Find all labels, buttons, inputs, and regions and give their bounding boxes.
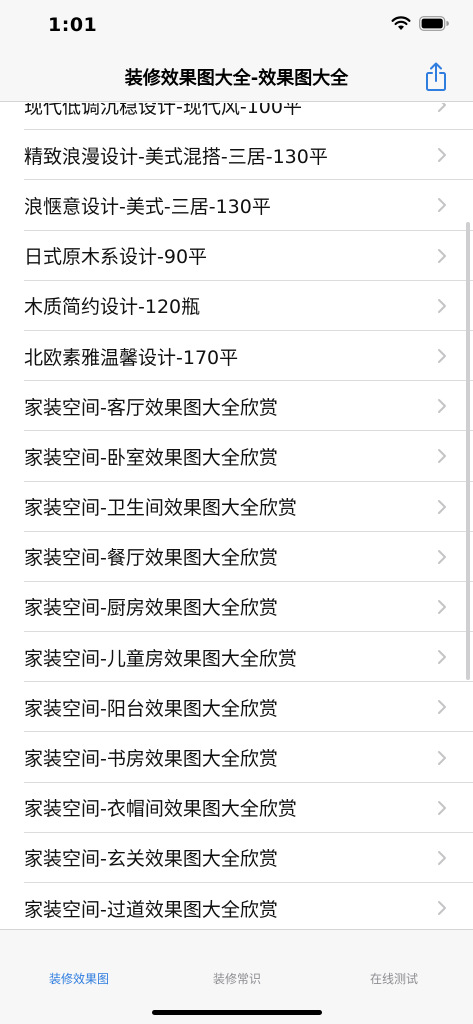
chevron-right-icon — [438, 700, 446, 715]
status-icons — [391, 16, 449, 31]
chevron-right-icon — [438, 248, 446, 263]
list-item-label: 现代低调沉稳设计-现代风-100平 — [24, 103, 302, 118]
list-item[interactable]: 精致浪漫设计-美式混搭-三居-130平 — [0, 130, 473, 181]
list-item-label: 木质简约设计-120瓶 — [24, 296, 201, 319]
chevron-right-icon — [438, 850, 446, 865]
list-item-label: 家装空间-厨房效果图大全欣赏 — [24, 597, 278, 620]
list-item-label: 家装空间-儿童房效果图大全欣赏 — [24, 647, 297, 670]
list-item[interactable]: 家装空间-过道效果图大全欣赏 — [0, 883, 473, 929]
list-item-label: 家装空间-卧室效果图大全欣赏 — [24, 446, 278, 469]
page-title: 装修效果图大全-效果图大全 — [124, 68, 349, 89]
battery-icon — [419, 16, 449, 31]
list-item-label: 家装空间-卫生间效果图大全欣赏 — [24, 497, 297, 520]
chevron-right-icon — [438, 800, 446, 815]
list-item[interactable]: 家装空间-衣帽间效果图大全欣赏 — [0, 783, 473, 834]
tab-decoration-knowledge[interactable]: 装修常识 — [158, 970, 316, 987]
list-item-label: 精致浪漫设计-美式混搭-三居-130平 — [24, 145, 328, 168]
list-item[interactable]: 现代低调沉稳设计-现代风-100平 — [0, 103, 473, 131]
status-bar: 1:01 — [0, 0, 473, 52]
list-item-label: 家装空间-客厅效果图大全欣赏 — [24, 396, 278, 419]
list-item-label: 家装空间-玄关效果图大全欣赏 — [24, 848, 278, 871]
chevron-right-icon — [438, 148, 446, 163]
status-time: 1:01 — [48, 14, 98, 36]
navigation-bar: 装修效果图大全-效果图大全 — [0, 52, 473, 102]
list-item[interactable]: 日式原木系设计-90平 — [0, 231, 473, 281]
home-indicator — [152, 1010, 322, 1015]
chevron-right-icon — [438, 399, 446, 414]
list-item[interactable]: 家装空间-卫生间效果图大全欣赏 — [0, 482, 473, 532]
list-item-label: 家装空间-书房效果图大全欣赏 — [24, 748, 278, 771]
chevron-right-icon — [438, 599, 446, 614]
chevron-right-icon — [438, 349, 446, 364]
list-item[interactable]: 家装空间-阳台效果图大全欣赏 — [0, 682, 473, 733]
chevron-right-icon — [438, 449, 446, 464]
chevron-right-icon — [438, 298, 446, 313]
wifi-icon — [391, 16, 411, 30]
chevron-right-icon — [438, 198, 446, 213]
list-item[interactable]: 家装空间-厨房效果图大全欣赏 — [0, 582, 473, 633]
scroll-indicator[interactable] — [466, 222, 470, 680]
chevron-right-icon — [438, 750, 446, 765]
list-item[interactable]: 家装空间-客厅效果图大全欣赏 — [0, 381, 473, 432]
list-item[interactable]: 家装空间-玄关效果图大全欣赏 — [0, 833, 473, 884]
share-button[interactable] — [421, 60, 451, 94]
list-item-label: 家装空间-阳台效果图大全欣赏 — [24, 697, 278, 720]
list-item-label: 浪惬意设计-美式-三居-130平 — [24, 195, 271, 218]
list-item-label: 日式原木系设计-90平 — [24, 246, 208, 269]
list-item-label: 家装空间-衣帽间效果图大全欣赏 — [24, 798, 297, 821]
list-content: 现代低调沉稳设计-现代风-100平精致浪漫设计-美式混搭-三居-130平 浪惬意设… — [0, 103, 473, 929]
list-item-label: 家装空间-过道效果图大全欣赏 — [24, 898, 278, 921]
list-item-label: 北欧素雅温馨设计-170平 — [24, 346, 239, 369]
list-item-label: 家装空间-餐厅效果图大全欣赏 — [24, 547, 278, 570]
chevron-right-icon — [438, 650, 446, 665]
tab-decoration-renderings[interactable]: 装修效果图 — [0, 970, 158, 987]
list-item[interactable]: 浪惬意设计-美式-三居-130平 — [0, 180, 473, 231]
chevron-right-icon — [438, 499, 446, 514]
list-item[interactable]: 家装空间-卧室效果图大全欣赏 — [0, 431, 473, 482]
chevron-right-icon — [438, 901, 446, 916]
tab-bar: 装修效果图 装修常识 在线测试 — [0, 929, 473, 1024]
chevron-right-icon — [438, 103, 446, 113]
design-list[interactable]: 现代低调沉稳设计-现代风-100平精致浪漫设计-美式混搭-三居-130平 浪惬意设… — [0, 103, 473, 929]
chevron-right-icon — [438, 549, 446, 564]
tab-online-test[interactable]: 在线测试 — [315, 970, 473, 987]
list-item[interactable]: 木质简约设计-120瓶 — [0, 281, 473, 332]
list-item[interactable]: 北欧素雅温馨设计-170平 — [0, 331, 473, 382]
list-item[interactable]: 家装空间-儿童房效果图大全欣赏 — [0, 632, 473, 683]
list-item[interactable]: 家装空间-餐厅效果图大全欣赏 — [0, 532, 473, 583]
share-icon — [426, 62, 446, 91]
list-item[interactable]: 家装空间-书房效果图大全欣赏 — [0, 732, 473, 783]
